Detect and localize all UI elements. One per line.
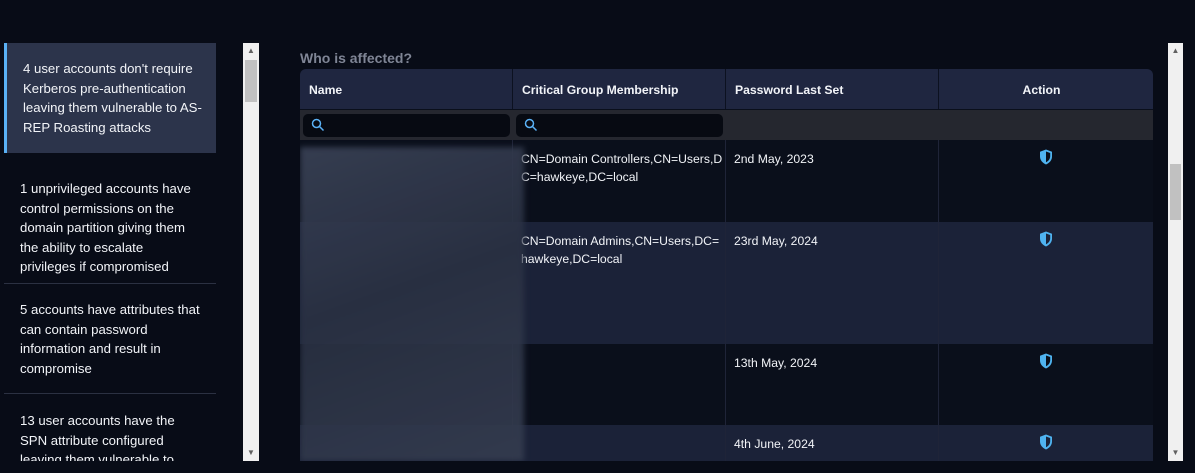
findings-list: 4 user accounts don't require Kerberos p… [4,43,216,461]
group-cell: CN=Domain Controllers,CN=Users,DC=hawkey… [513,140,726,222]
scrollbar-thumb[interactable] [1170,164,1181,220]
shield-icon[interactable] [1039,231,1053,247]
finding-item-password-attributes[interactable]: 5 accounts have attributes that can cont… [4,284,216,394]
column-header-action: Action [1022,83,1061,97]
column-header-name[interactable]: Name [300,69,513,109]
name-filter-input[interactable] [303,114,510,137]
scroll-down-arrow-icon[interactable]: ▼ [243,445,259,461]
page-scrollbar[interactable]: ▲ ▼ [1168,43,1183,461]
group-filter-input[interactable] [516,114,723,137]
section-title: Who is affected? [300,50,413,66]
finding-text: 4 user accounts don't require Kerberos p… [23,61,202,135]
redacted-names-overlay [300,147,524,461]
scroll-down-arrow-icon[interactable]: ▼ [1168,445,1183,461]
column-header-group[interactable]: Critical Group Membership [513,69,726,109]
finding-text: 1 unprivileged accounts have control per… [20,181,191,274]
password-cell: 4th June, 2024 [726,425,939,461]
scrollbar-thumb[interactable] [245,60,257,102]
finding-item-spn[interactable]: 13 user accounts have the SPN attribute … [4,394,216,461]
password-cell: 13th May, 2024 [726,344,939,425]
group-cell [513,425,726,461]
table-header: Name Critical Group Membership Password … [300,69,1153,110]
action-cell [939,140,1153,222]
password-cell: 23rd May, 2024 [726,222,939,344]
top-bar [0,0,1195,34]
action-cell [939,425,1153,461]
finding-text: 13 user accounts have the SPN attribute … [20,413,175,461]
shield-icon[interactable] [1039,353,1053,369]
findings-scrollbar[interactable]: ▲ ▼ [243,43,259,461]
affected-table: Name Critical Group Membership Password … [300,69,1153,461]
finding-item-domain-permissions[interactable]: 1 unprivileged accounts have control per… [4,153,216,284]
filter-row [300,110,1153,140]
column-header-password[interactable]: Password Last Set [726,69,939,109]
finding-text: 5 accounts have attributes that can cont… [20,302,200,376]
scroll-up-arrow-icon[interactable]: ▲ [243,43,259,59]
search-icon [524,118,538,132]
action-cell [939,344,1153,425]
finding-item-asrep[interactable]: 4 user accounts don't require Kerberos p… [4,43,216,153]
password-cell: 2nd May, 2023 [726,140,939,222]
action-cell [939,222,1153,344]
scroll-up-arrow-icon[interactable]: ▲ [1168,43,1183,59]
shield-icon[interactable] [1039,149,1053,165]
group-cell: CN=Domain Admins,CN=Users,DC=hawkeye,DC=… [513,222,726,344]
group-cell [513,344,726,425]
shield-icon[interactable] [1039,434,1053,450]
search-icon [311,118,325,132]
